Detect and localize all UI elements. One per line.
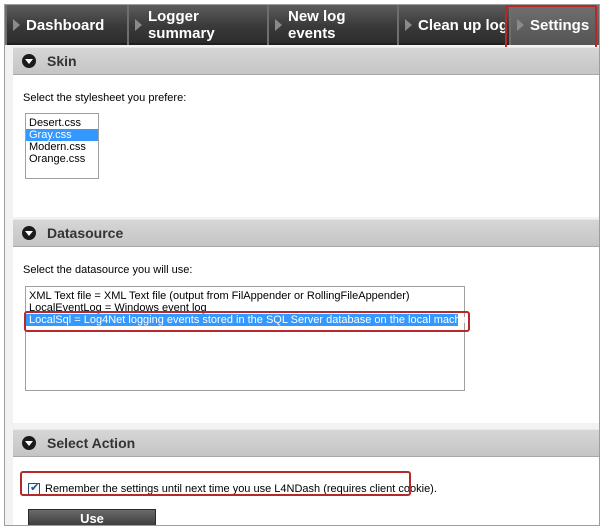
- tab-separator: [127, 5, 129, 45]
- settings-window: Dashboard Logger summary New log events …: [4, 4, 600, 526]
- collapse-icon: [22, 436, 36, 450]
- tab-separator: [5, 5, 7, 45]
- skin-prompt: Select the stylesheet you prefere:: [23, 92, 187, 104]
- list-item[interactable]: Modern.css: [26, 141, 98, 153]
- list-item[interactable]: Orange.css: [26, 153, 98, 165]
- tab-label: Clean up log: [418, 16, 508, 34]
- skin-panel: Select the stylesheet you prefere: Deser…: [13, 75, 599, 217]
- tab-dashboard[interactable]: Dashboard: [5, 5, 127, 45]
- section-header-skin[interactable]: Skin: [13, 47, 599, 75]
- section-title: Skin: [47, 53, 77, 69]
- collapse-icon: [22, 54, 36, 68]
- tab-label: Dashboard: [26, 16, 105, 34]
- tab-new-log-events[interactable]: New log events: [267, 5, 397, 45]
- datasource-prompt: Select the datasource you will use:: [23, 264, 193, 276]
- datasource-panel: Select the datasource you will use: XML …: [13, 247, 599, 423]
- remember-settings-row[interactable]: Remember the settings until next time yo…: [28, 481, 437, 495]
- tab-bar: Dashboard Logger summary New log events …: [5, 5, 599, 45]
- list-item[interactable]: Desert.css: [26, 117, 98, 129]
- tab-label: Logger summary: [147, 8, 215, 42]
- triangle-right-icon: [275, 19, 282, 31]
- section-header-datasource[interactable]: Datasource: [13, 219, 599, 247]
- tab-settings[interactable]: Settings: [509, 5, 599, 45]
- tab-logger-summary[interactable]: Logger summary: [127, 5, 267, 45]
- triangle-right-icon: [517, 19, 524, 31]
- triangle-right-icon: [405, 19, 412, 31]
- list-item[interactable]: LocalEventLog = Windows event log: [26, 302, 464, 314]
- collapse-icon: [22, 226, 36, 240]
- list-item[interactable]: XML Text file = XML Text file (output fr…: [26, 290, 464, 302]
- remember-settings-checkbox[interactable]: [28, 481, 40, 495]
- triangle-right-icon: [134, 19, 142, 31]
- list-item[interactable]: Gray.css: [26, 129, 98, 141]
- tab-separator: [397, 5, 399, 45]
- datasource-listbox[interactable]: XML Text file = XML Text file (output fr…: [25, 286, 475, 391]
- tab-clean-up-log[interactable]: Clean up log: [397, 5, 509, 45]
- section-title: Select Action: [47, 435, 136, 451]
- triangle-right-icon: [13, 19, 20, 31]
- section-title: Datasource: [47, 225, 124, 241]
- remember-settings-label: Remember the settings until next time yo…: [45, 483, 437, 495]
- list-item[interactable]: LocalSql = Log4Net logging events stored…: [26, 314, 475, 326]
- section-header-select-action[interactable]: Select Action: [13, 429, 599, 457]
- tab-separator: [509, 5, 511, 45]
- tab-separator: [267, 5, 269, 45]
- stylesheet-listbox[interactable]: Desert.css Gray.css Modern.css Orange.cs…: [25, 113, 99, 179]
- tab-label: Settings: [530, 16, 590, 34]
- tab-label: New log events: [288, 8, 346, 42]
- use-button[interactable]: Use: [28, 509, 156, 525]
